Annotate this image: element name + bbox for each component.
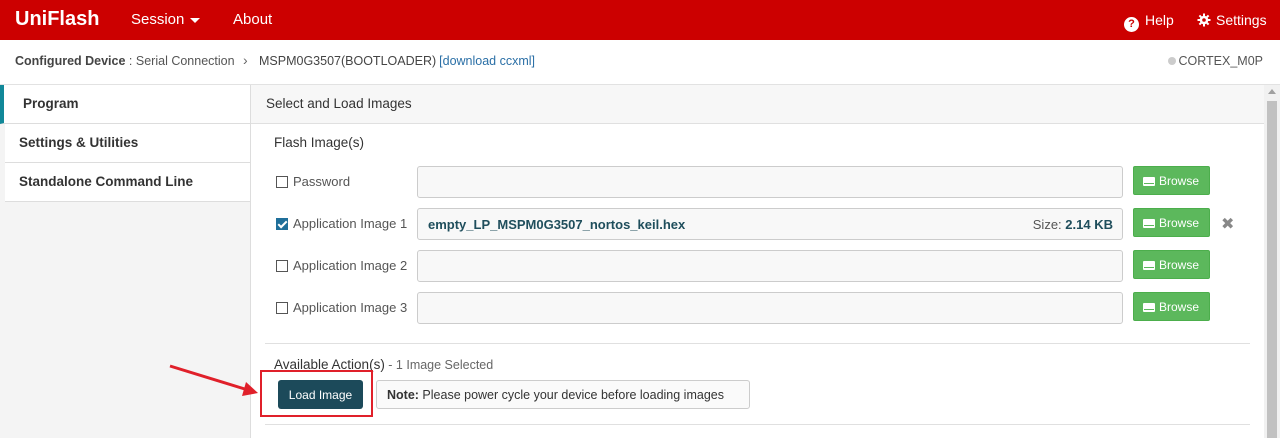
hdd-icon (1143, 219, 1155, 228)
session-menu[interactable]: Session (131, 11, 201, 28)
help-icon: ? (1124, 17, 1139, 32)
app-image-1-checkbox[interactable] (276, 218, 288, 230)
app-image-2-checkbox[interactable] (276, 260, 288, 272)
status-dot-icon (1168, 57, 1177, 65)
core-name: CORTEX_M0P (1178, 54, 1263, 68)
app-logo[interactable]: UniFlash (15, 8, 99, 31)
section-divider (265, 424, 1250, 425)
password-file-field[interactable] (417, 166, 1123, 198)
browse-label: Browse (1159, 216, 1200, 230)
app-image-2-browse-button[interactable]: Browse (1133, 250, 1210, 279)
hdd-icon (1143, 177, 1155, 186)
power-cycle-note: Note: Please power cycle your device bef… (376, 380, 750, 409)
file-size-label: Size: (1032, 217, 1062, 232)
about-menu[interactable]: About (233, 11, 272, 28)
breadcrumb-device: MSPM0G3507(BOOTLOADER) [download ccxml] (259, 54, 535, 68)
section-divider (265, 343, 1250, 344)
app-image-3-label: Application Image 3 (293, 300, 408, 315)
password-browse-button[interactable]: Browse (1133, 166, 1210, 195)
help-link[interactable]: ? Help (1124, 12, 1174, 32)
password-row-label[interactable]: Password (276, 174, 350, 189)
password-checkbox[interactable] (276, 176, 288, 188)
note-text: Please power cycle your device before lo… (418, 388, 724, 402)
chevron-down-icon (190, 17, 201, 23)
breadcrumb-configured-device[interactable]: Configured Device : Serial Connection (15, 54, 235, 68)
session-label: Session (131, 11, 185, 28)
app-image-2-row-label[interactable]: Application Image 2 (276, 258, 407, 273)
vertical-scrollbar[interactable] (1264, 85, 1280, 438)
app-image-3-checkbox[interactable] (276, 302, 288, 314)
hdd-icon (1143, 261, 1155, 270)
panel-header: Select and Load Images (251, 85, 1264, 124)
app-image-3-file-field[interactable] (417, 292, 1123, 324)
help-label: Help (1145, 12, 1174, 28)
app-image-1-file-field[interactable]: empty_LP_MSPM0G3507_nortos_keil.hex Size… (417, 208, 1123, 240)
download-ccxml-link[interactable]: [download ccxml] (439, 54, 535, 68)
browse-label: Browse (1159, 174, 1200, 188)
scroll-thumb[interactable] (1267, 101, 1277, 438)
connection-type: Serial Connection (135, 54, 235, 68)
sidebar-item-settings-utilities[interactable]: Settings & Utilities (5, 124, 250, 163)
top-nav-bar: UniFlash Session About ? Help Settings (0, 0, 1280, 40)
app-image-1-label: Application Image 1 (293, 216, 408, 231)
sidebar-item-program[interactable]: Program (0, 85, 250, 124)
annotation-highlight-box (260, 370, 373, 417)
settings-label: Settings (1216, 12, 1267, 28)
chevron-right-icon: › (243, 52, 248, 68)
app-image-2-label: Application Image 2 (293, 258, 408, 273)
flash-images-title: Flash Image(s) (274, 135, 365, 150)
configured-device-label: Configured Device (15, 54, 126, 68)
core-status: CORTEX_M0P (1168, 54, 1263, 68)
app-image-3-browse-button[interactable]: Browse (1133, 292, 1210, 321)
browse-label: Browse (1159, 258, 1200, 272)
file-size-value: 2.14 KB (1065, 217, 1113, 232)
app-image-3-row-label[interactable]: Application Image 3 (276, 300, 407, 315)
settings-link[interactable]: Settings (1197, 12, 1267, 28)
note-label: Note: (387, 388, 419, 402)
breadcrumb: Configured Device : Serial Connection › … (0, 40, 1280, 85)
password-label: Password (293, 174, 351, 189)
file-name: empty_LP_MSPM0G3507_nortos_keil.hex (428, 217, 686, 232)
sidebar-item-standalone-command-line[interactable]: Standalone Command Line (5, 163, 250, 202)
app-image-1-row-label[interactable]: Application Image 1 (276, 216, 407, 231)
remove-image-icon[interactable]: ✖ (1221, 214, 1234, 234)
hdd-icon (1143, 303, 1155, 312)
breadcrumb-separator: : (128, 54, 133, 68)
browse-label: Browse (1159, 300, 1200, 314)
selection-count: - 1 Image Selected (384, 358, 494, 372)
app-image-1-browse-button[interactable]: Browse (1133, 208, 1210, 237)
annotation-arrow-icon (169, 364, 258, 396)
gear-icon (1197, 13, 1211, 27)
device-name: MSPM0G3507(BOOTLOADER) (259, 54, 437, 68)
app-image-2-file-field[interactable] (417, 250, 1123, 282)
file-size: Size: 2.14 KB (1033, 217, 1113, 232)
scroll-up-icon[interactable] (1268, 89, 1276, 94)
